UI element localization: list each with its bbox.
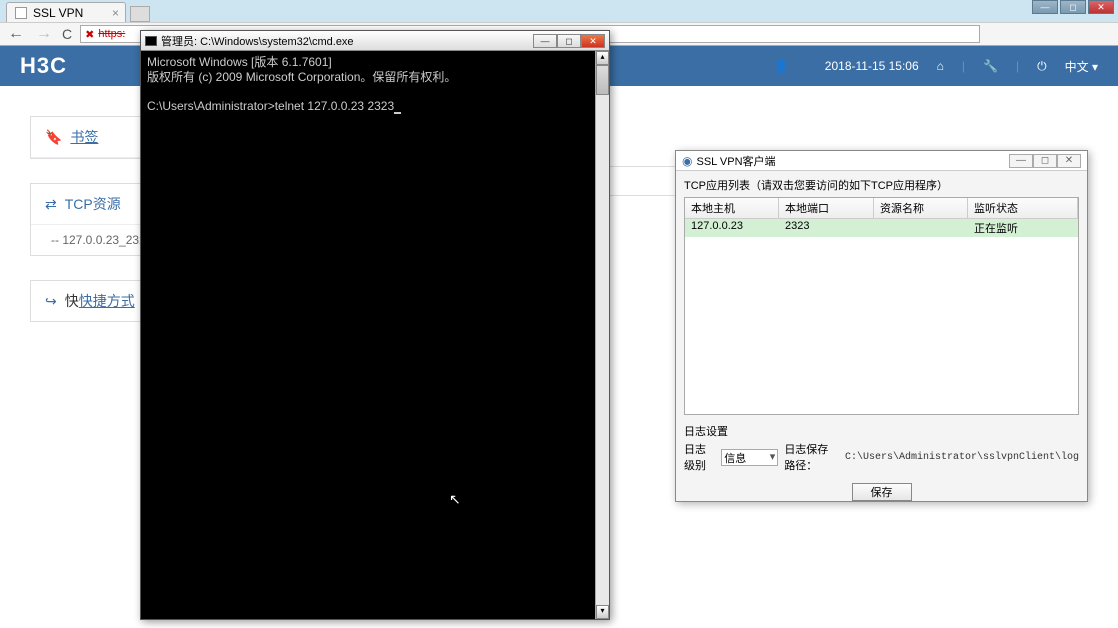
tcp-app-table: 本地主机 本地端口 资源名称 监听状态 127.0.0.23 2323 正在监听 bbox=[684, 197, 1079, 415]
os-maximize-button[interactable]: ◻ bbox=[1060, 0, 1086, 14]
col-listen-status[interactable]: 监听状态 bbox=[968, 198, 1078, 218]
col-local-host[interactable]: 本地主机 bbox=[685, 198, 779, 218]
https-error-icon: ✖ bbox=[85, 28, 94, 41]
scroll-down-button[interactable]: ▾ bbox=[596, 605, 609, 619]
browser-tab-strip: SSL VPN × bbox=[0, 0, 150, 22]
address-text: https: bbox=[98, 28, 125, 40]
shortcut-title: 快快捷方式 bbox=[65, 291, 135, 311]
log-level-label: 日志级别 bbox=[684, 441, 715, 473]
datetime-label: 2018-11-15 15:06 bbox=[825, 59, 919, 73]
cmd-maximize-button[interactable]: ◻ bbox=[557, 34, 581, 48]
back-button[interactable]: ← bbox=[6, 25, 26, 43]
new-tab-button[interactable] bbox=[130, 6, 150, 22]
cell-local-port: 2323 bbox=[779, 219, 874, 237]
log-level-select[interactable]: 信息 bbox=[721, 449, 778, 466]
refresh-icon[interactable]: ⇄ bbox=[45, 196, 57, 213]
browser-tab[interactable]: SSL VPN × bbox=[6, 2, 126, 22]
cell-listen-status: 正在监听 bbox=[968, 219, 1078, 237]
share-icon: ↪ bbox=[45, 293, 57, 310]
table-row[interactable]: 127.0.0.23 2323 正在监听 bbox=[685, 219, 1078, 237]
cmd-titlebar[interactable]: 管理员: C:\Windows\system32\cmd.exe — ◻ ✕ bbox=[141, 31, 609, 51]
cell-local-host: 127.0.0.23 bbox=[685, 219, 779, 237]
vpn-maximize-button[interactable]: ◻ bbox=[1033, 154, 1057, 168]
reload-button[interactable]: C bbox=[62, 26, 72, 42]
save-button[interactable]: 保存 bbox=[852, 483, 912, 501]
col-local-port[interactable]: 本地端口 bbox=[779, 198, 874, 218]
user-icon[interactable]: 👤 bbox=[774, 59, 789, 73]
vpn-list-caption: TCP应用列表（请双击您要访问的如下TCP应用程序） bbox=[684, 175, 1079, 197]
separator: | bbox=[1016, 59, 1019, 73]
os-minimize-button[interactable]: — bbox=[1032, 0, 1058, 14]
vpn-app-icon: ◉ bbox=[682, 154, 692, 168]
scroll-thumb[interactable] bbox=[596, 65, 609, 95]
cmd-title-text: 管理员: C:\Windows\system32\cmd.exe bbox=[161, 33, 354, 49]
cmd-scrollbar[interactable]: ▴ ▾ bbox=[595, 51, 609, 619]
cmd-window[interactable]: 管理员: C:\Windows\system32\cmd.exe — ◻ ✕ M… bbox=[140, 30, 610, 620]
tab-favicon bbox=[15, 7, 27, 19]
tcp-title: TCP资源 bbox=[65, 194, 121, 214]
log-settings-label: 日志设置 bbox=[684, 423, 1079, 439]
cmd-close-button[interactable]: ✕ bbox=[581, 34, 605, 48]
language-selector[interactable]: 中文 ▾ bbox=[1065, 58, 1098, 75]
tab-close-icon[interactable]: × bbox=[112, 6, 119, 20]
settings-icon[interactable]: 🔧 bbox=[983, 59, 998, 73]
vpn-minimize-button[interactable]: — bbox=[1009, 154, 1033, 168]
h3c-logo: H3C bbox=[20, 53, 67, 79]
scroll-up-button[interactable]: ▴ bbox=[596, 51, 609, 65]
vpn-close-button[interactable]: ✕ bbox=[1057, 154, 1081, 168]
bookmark-title-link[interactable]: 书签 bbox=[70, 127, 98, 147]
tab-title: SSL VPN bbox=[33, 6, 83, 20]
home-icon[interactable]: ⌂ bbox=[937, 59, 944, 73]
os-close-button[interactable]: ✕ bbox=[1088, 0, 1114, 14]
vpn-title-text: SSL VPN客户端 bbox=[696, 153, 775, 169]
cmd-minimize-button[interactable]: — bbox=[533, 34, 557, 48]
table-header-row: 本地主机 本地端口 资源名称 监听状态 bbox=[685, 198, 1078, 219]
bookmark-icon: 🔖 bbox=[45, 129, 62, 146]
log-path-value: C:\Users\Administrator\sslvpnClient\log bbox=[845, 452, 1079, 463]
separator: | bbox=[962, 59, 965, 73]
cmd-terminal[interactable]: Microsoft Windows [版本 6.1.7601] 版权所有 (c)… bbox=[143, 51, 595, 617]
log-path-label: 日志保存路径： bbox=[784, 441, 839, 473]
cmd-icon bbox=[145, 36, 157, 46]
forward-button[interactable]: → bbox=[34, 25, 54, 43]
scroll-track[interactable] bbox=[596, 65, 609, 605]
vpn-titlebar[interactable]: ◉ SSL VPN客户端 — ◻ ✕ bbox=[676, 151, 1087, 171]
power-icon[interactable]: ⏻ bbox=[1037, 59, 1047, 74]
col-resource-name[interactable]: 资源名称 bbox=[874, 198, 968, 218]
cell-resource-name bbox=[874, 219, 968, 237]
vpn-client-window[interactable]: ◉ SSL VPN客户端 — ◻ ✕ TCP应用列表（请双击您要访问的如下TCP… bbox=[675, 150, 1088, 502]
